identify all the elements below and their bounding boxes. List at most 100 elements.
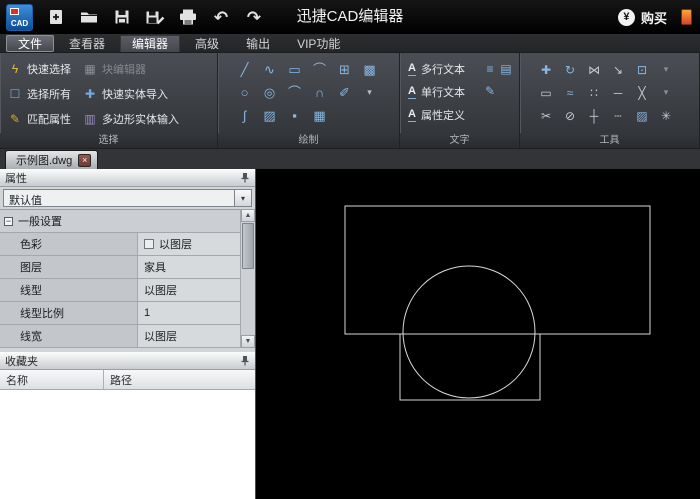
app-logo: CAD — [6, 3, 33, 31]
attribute-define-button[interactable]: A 属性定义 — [408, 104, 515, 126]
property-value[interactable]: 1 — [138, 302, 240, 324]
ribbon-group-tools: ✚ ↻ ⋈ ↘ ⊡ ▾ ▭ ≈ ∷ ─ ╳ ▾ ✂ ⊘ ┼ ┄ ▨ ✳ 工具 — [520, 53, 700, 148]
stretch-icon[interactable]: ▭ — [540, 87, 551, 99]
sketch-icon[interactable]: ✐ — [339, 86, 350, 99]
menu-item-file[interactable]: 文件 — [6, 34, 55, 52]
menu-item-viewer[interactable]: 查看器 — [57, 35, 117, 52]
tools-dropdown-1[interactable]: ▾ — [664, 65, 669, 74]
logo-text: CAD — [10, 18, 29, 28]
titlebar: CAD ↶ ↷ 迅捷CAD编辑器 ¥ 购买 — [0, 0, 700, 34]
polyline-edit-icon[interactable]: ┄ — [614, 110, 621, 122]
arc-icon[interactable]: ⌒ — [288, 86, 301, 99]
match-properties-label: 匹配属性 — [27, 113, 71, 126]
break-icon[interactable]: ╳ — [638, 87, 645, 99]
copy-icon[interactable]: ⊡ — [637, 64, 647, 76]
property-value[interactable]: 以图层 — [138, 325, 240, 347]
save-button[interactable] — [111, 6, 133, 28]
open-file-button[interactable] — [78, 6, 100, 28]
redo-button[interactable]: ↷ — [243, 6, 265, 28]
quick-entity-import-button[interactable]: ✚ 快速实体导入 — [83, 86, 179, 102]
chevron-down-icon[interactable]: ▾ — [234, 190, 251, 206]
scrollbar-thumb[interactable] — [242, 223, 254, 269]
draw-more-dropdown[interactable]: ▾ — [367, 88, 372, 97]
scroll-down-icon[interactable]: ▼ — [241, 335, 255, 348]
collapse-icon[interactable]: − — [4, 216, 13, 226]
save-as-button[interactable] — [144, 6, 166, 28]
menu-item-editor[interactable]: 编辑器 — [120, 34, 181, 52]
pin-icon[interactable] — [240, 355, 250, 366]
column-header-path[interactable]: 路径 — [104, 370, 255, 389]
pattern-icon[interactable]: ▩ — [363, 63, 375, 76]
properties-scrollbar[interactable]: ▲ ▼ — [240, 209, 255, 348]
drawing-canvas[interactable] — [256, 169, 700, 499]
hatch-icon[interactable]: ▨ — [263, 109, 275, 122]
property-value-text: 1 — [144, 307, 151, 319]
single-text-label: 单行文本 — [420, 87, 465, 99]
property-value[interactable]: 以图层 — [138, 233, 240, 255]
buy-button[interactable]: 购买 — [641, 8, 667, 27]
attribute-define-icon: A — [408, 108, 416, 122]
ribbon-group-select: ϟ 快速选择 ☐ 选择所有 ✎ 匹配属性 ▦ 块编辑器 ✚ 快速实体导入 ▥ 多… — [0, 53, 218, 148]
tools-dropdown-2[interactable]: ▾ — [664, 88, 669, 97]
array-icon[interactable]: ∷ — [590, 87, 598, 99]
property-row-lineweight: 线宽 以图层 — [0, 325, 240, 348]
trim-icon[interactable]: ✂ — [541, 110, 551, 122]
spline-icon[interactable]: ∫ — [243, 109, 247, 122]
match-properties-button[interactable]: ✎ 匹配属性 — [8, 111, 71, 127]
menu-item-output[interactable]: 输出 — [234, 35, 282, 52]
color-swatch — [144, 239, 154, 249]
explode-icon[interactable]: ✳ — [661, 110, 671, 122]
ellipse-icon[interactable]: ◎ — [264, 86, 275, 99]
print-button[interactable] — [177, 6, 199, 28]
select-all-icon: ☐ — [9, 86, 21, 101]
pin-icon[interactable] — [240, 172, 250, 183]
polygon-entity-input-button[interactable]: ▥ 多边形实体输入 — [83, 111, 179, 127]
ribbon-group-draw: ╱ ∿ ▭ ⌒ ⊞ ▩ ○ ◎ ⌒ ∩ ✐ ▾ ∫ ▨ ▪ ▦ 绘制 — [218, 53, 400, 148]
tab-close-icon[interactable]: × — [78, 153, 92, 167]
point-icon[interactable]: ▪ — [292, 109, 297, 122]
table-icon[interactable]: ▦ — [313, 109, 325, 122]
block-editor-icon: ▦ — [84, 61, 96, 76]
text-field-icon[interactable]: ▤ — [500, 63, 511, 75]
property-value-text: 以图层 — [144, 331, 177, 343]
menu-item-advanced[interactable]: 高级 — [183, 35, 231, 52]
edit-text-icon[interactable]: ✎ — [485, 85, 495, 97]
polyline-icon[interactable]: ∿ — [264, 63, 275, 76]
rotate-icon[interactable]: ↻ — [565, 64, 575, 76]
text-style-icon[interactable]: ≡ — [486, 63, 493, 75]
select-all-button[interactable]: ☐ 选择所有 — [8, 86, 71, 102]
quick-select-button[interactable]: ϟ 快速选择 — [8, 61, 71, 77]
favorites-columns: 名称 路径 — [0, 370, 255, 390]
circle-icon[interactable]: ○ — [241, 86, 249, 99]
menu-item-vip[interactable]: VIP功能 — [285, 35, 352, 52]
move-icon[interactable]: ✚ — [541, 64, 551, 76]
scale-icon[interactable]: ↘ — [613, 64, 623, 76]
properties-title: 属性 — [5, 172, 27, 185]
property-row-linetype: 线型 以图层 — [0, 279, 240, 302]
polygon-entity-input-label: 多边形实体输入 — [102, 113, 179, 126]
properties-preset-dropdown[interactable]: 默认值 ▾ — [3, 189, 252, 207]
arc-3-point-icon[interactable]: ⌒ — [313, 63, 326, 76]
favorites-list[interactable] — [0, 390, 255, 499]
erase-icon[interactable]: ⊘ — [565, 110, 575, 122]
property-value[interactable]: 以图层 — [138, 279, 240, 301]
join-icon[interactable]: ┼ — [590, 110, 599, 122]
property-value-text: 以图层 — [159, 239, 192, 251]
column-header-name[interactable]: 名称 — [0, 370, 104, 389]
measure-icon[interactable]: ─ — [614, 87, 623, 99]
new-file-button[interactable] — [45, 6, 67, 28]
rectangle-icon[interactable]: ▭ — [288, 63, 300, 76]
mirror-icon[interactable]: ⋈ — [588, 64, 600, 76]
document-tab[interactable]: 示例图.dwg × — [5, 150, 99, 169]
buy-yen-icon[interactable]: ¥ — [617, 8, 635, 26]
undo-button[interactable]: ↶ — [210, 6, 232, 28]
revision-cloud-icon[interactable]: ∩ — [315, 86, 324, 99]
property-value[interactable]: 家具 — [138, 256, 240, 278]
scroll-up-icon[interactable]: ▲ — [241, 209, 255, 222]
insert-block-icon[interactable]: ⊞ — [339, 63, 350, 76]
group-label-select: 选择 — [0, 133, 217, 148]
line-icon[interactable]: ╱ — [241, 63, 249, 76]
hatch-edit-icon[interactable]: ▨ — [636, 110, 647, 122]
promo-icon[interactable] — [681, 9, 692, 25]
offset-icon[interactable]: ≈ — [567, 87, 574, 99]
